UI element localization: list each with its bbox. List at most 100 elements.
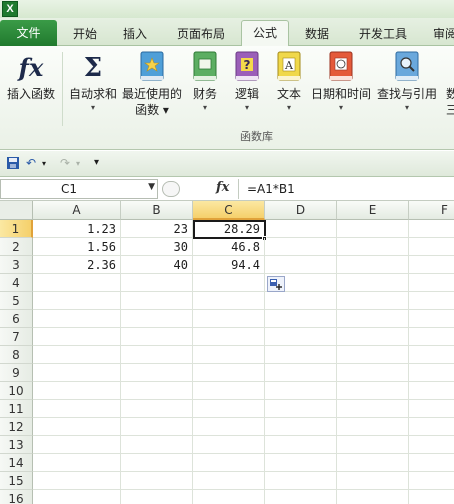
recently-used-button[interactable]: 最近使用的 函数 ▾ (121, 50, 183, 118)
column-header-b[interactable]: B (121, 201, 193, 220)
empty-cell[interactable] (121, 328, 193, 346)
empty-cell[interactable] (409, 274, 454, 292)
empty-cell[interactable] (337, 256, 409, 274)
cell-c1[interactable]: 28.29 (193, 220, 266, 239)
empty-cell[interactable] (337, 328, 409, 346)
empty-cell[interactable] (337, 472, 409, 490)
empty-cell[interactable] (337, 490, 409, 504)
empty-cell[interactable] (33, 310, 121, 328)
tab-file[interactable]: 文件 (0, 20, 57, 46)
chevron-down-icon[interactable]: ▾ (42, 159, 46, 168)
empty-cell[interactable] (337, 436, 409, 454)
empty-cell[interactable] (193, 310, 265, 328)
empty-cell[interactable] (193, 364, 265, 382)
empty-cell[interactable] (121, 400, 193, 418)
empty-cell[interactable] (409, 256, 454, 274)
chevron-down-icon[interactable]: ▾ (76, 159, 80, 168)
empty-cell[interactable] (265, 400, 337, 418)
empty-cell[interactable] (265, 346, 337, 364)
empty-cell[interactable] (121, 490, 193, 504)
empty-cell[interactable] (121, 292, 193, 310)
formula-bar-toggle[interactable] (162, 181, 180, 197)
empty-cell[interactable] (33, 274, 121, 292)
cell-b3[interactable]: 40 (121, 256, 193, 274)
tab-insert[interactable]: 插入 (112, 22, 158, 46)
empty-cell[interactable] (121, 364, 193, 382)
column-header-c[interactable]: C (193, 201, 265, 220)
empty-cell[interactable] (337, 310, 409, 328)
empty-cell[interactable] (337, 400, 409, 418)
logical-button[interactable]: ? 逻辑 ▾ (229, 50, 265, 114)
empty-cell[interactable] (409, 328, 454, 346)
empty-cell[interactable] (409, 490, 454, 504)
math-trig-button[interactable]: 数 三 (446, 50, 454, 118)
row-header[interactable]: 9 (0, 364, 33, 382)
date-time-button[interactable]: 日期和时间 ▾ (311, 50, 371, 114)
cell-b1[interactable]: 23 (121, 220, 193, 238)
empty-cell[interactable] (265, 256, 337, 274)
cell-a1[interactable]: 1.23 (33, 220, 121, 238)
chevron-down-icon[interactable]: ▼ (148, 182, 155, 192)
row-header[interactable]: 11 (0, 400, 33, 418)
empty-cell[interactable] (409, 238, 454, 256)
empty-cell[interactable] (265, 364, 337, 382)
empty-cell[interactable] (33, 292, 121, 310)
empty-cell[interactable] (193, 400, 265, 418)
empty-cell[interactable] (121, 346, 193, 364)
cell-a2[interactable]: 1.56 (33, 238, 121, 256)
redo-icon[interactable]: ↷ (60, 156, 70, 170)
empty-cell[interactable] (337, 346, 409, 364)
row-header[interactable]: 15 (0, 472, 33, 490)
empty-cell[interactable] (265, 310, 337, 328)
tab-formulas[interactable]: 公式 (241, 20, 289, 46)
empty-cell[interactable] (193, 382, 265, 400)
empty-cell[interactable] (121, 274, 193, 292)
text-button[interactable]: A 文本 ▾ (271, 50, 307, 114)
empty-cell[interactable] (337, 292, 409, 310)
empty-cell[interactable] (193, 490, 265, 504)
empty-cell[interactable] (193, 292, 265, 310)
empty-cell[interactable] (265, 454, 337, 472)
empty-cell[interactable] (193, 418, 265, 436)
insert-function-button[interactable]: fx 插入函数 (2, 50, 60, 102)
row-header[interactable]: 3 (0, 256, 33, 274)
empty-cell[interactable] (409, 400, 454, 418)
row-header[interactable]: 6 (0, 310, 33, 328)
empty-cell[interactable] (193, 436, 265, 454)
empty-cell[interactable] (337, 418, 409, 436)
empty-cell[interactable] (337, 238, 409, 256)
empty-cell[interactable] (409, 292, 454, 310)
empty-cell[interactable] (33, 346, 121, 364)
select-all-corner[interactable] (0, 201, 33, 220)
financial-button[interactable]: 财务 ▾ (187, 50, 223, 114)
row-header[interactable]: 2 (0, 238, 33, 256)
tab-review[interactable]: 审阅 (425, 22, 454, 46)
empty-cell[interactable] (33, 418, 121, 436)
empty-cell[interactable] (265, 328, 337, 346)
cell-b2[interactable]: 30 (121, 238, 193, 256)
row-header[interactable]: 4 (0, 274, 33, 292)
formula-input[interactable]: =A1*B1 (238, 179, 454, 199)
cell-c3[interactable]: 94.4 (193, 256, 265, 274)
empty-cell[interactable] (33, 436, 121, 454)
empty-cell[interactable] (337, 382, 409, 400)
empty-cell[interactable] (193, 454, 265, 472)
customize-toolbar-icon[interactable]: ▾ (94, 157, 99, 168)
row-header[interactable]: 1 (0, 220, 33, 238)
cell-a3[interactable]: 2.36 (33, 256, 121, 274)
empty-cell[interactable] (33, 364, 121, 382)
empty-cell[interactable] (33, 400, 121, 418)
empty-cell[interactable] (265, 220, 337, 238)
name-box[interactable]: C1 ▼ (0, 179, 158, 199)
empty-cell[interactable] (337, 364, 409, 382)
empty-cell[interactable] (265, 418, 337, 436)
empty-cell[interactable] (33, 328, 121, 346)
empty-cell[interactable] (33, 454, 121, 472)
empty-cell[interactable] (121, 310, 193, 328)
row-header[interactable]: 16 (0, 490, 33, 504)
row-header[interactable]: 7 (0, 328, 33, 346)
row-header[interactable]: 5 (0, 292, 33, 310)
empty-cell[interactable] (265, 436, 337, 454)
empty-cell[interactable] (121, 454, 193, 472)
cell-c2[interactable]: 46.8 (193, 238, 265, 256)
